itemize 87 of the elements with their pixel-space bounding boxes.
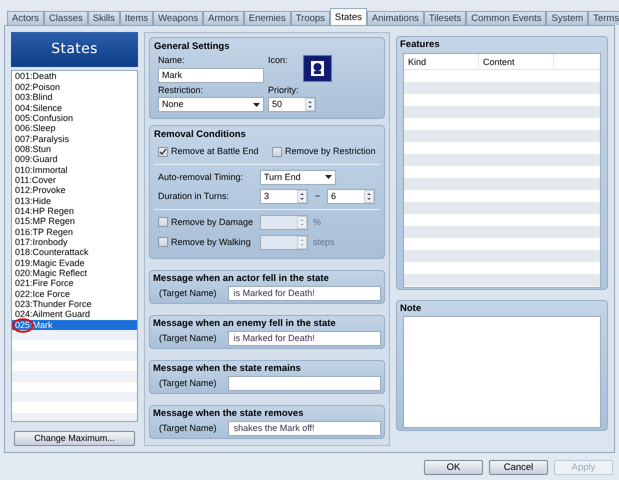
state-item[interactable]: 002:Poison xyxy=(12,82,137,92)
target-name-label: (Target Name) xyxy=(158,422,218,435)
dialog-button[interactable]: OK xyxy=(424,460,483,475)
checkbox-label: Remove by Walking xyxy=(171,236,251,249)
tilde-label: ~ xyxy=(314,190,322,202)
state-item[interactable]: 022:Ice Force xyxy=(12,288,137,300)
group-title: General Settings xyxy=(154,40,230,54)
checkbox-label: Remove at Battle End xyxy=(171,145,259,158)
tab[interactable]: System xyxy=(546,11,588,25)
state-item[interactable]: 021:Fire Force xyxy=(12,278,137,289)
tab[interactable]: Terms xyxy=(588,11,619,25)
target-name-label: (Target Name) xyxy=(158,377,218,390)
list-title: States xyxy=(11,32,138,68)
state-item[interactable]: 013:Hide xyxy=(12,196,137,206)
state-item[interactable]: 014:HP Regen xyxy=(12,206,137,216)
note-field[interactable] xyxy=(403,316,601,428)
state-item[interactable]: 001:Death xyxy=(12,71,137,82)
priority-field[interactable]: 50 xyxy=(268,97,316,112)
name-field[interactable]: Mark xyxy=(158,68,264,83)
timing-dropdown[interactable]: Turn End xyxy=(260,170,336,185)
caret-icon xyxy=(253,102,260,107)
tab[interactable]: Animations xyxy=(366,11,424,25)
tab[interactable]: Enemies xyxy=(244,11,291,25)
unit-label: % xyxy=(313,216,322,228)
dialog-button[interactable]: Cancel xyxy=(489,460,548,475)
spin-buttons-icon[interactable] xyxy=(364,190,374,203)
tab[interactable]: States xyxy=(330,8,367,25)
state-item[interactable]: 006:Sleep xyxy=(12,123,137,134)
message-field[interactable]: shakes the Mark off! xyxy=(228,421,381,436)
checkbox[interactable] xyxy=(158,147,168,157)
state-item[interactable]: 004:Silence xyxy=(12,102,137,113)
state-item[interactable]: 017:Ironbody xyxy=(12,236,137,248)
checkbox[interactable] xyxy=(272,147,282,157)
state-item[interactable]: 011:Cover xyxy=(12,174,137,186)
group-title: Note xyxy=(400,302,422,316)
group-title: Message when an enemy fell in the state xyxy=(153,317,337,331)
group-title: Message when the state remains xyxy=(153,362,302,376)
state-item[interactable]: 018:Counterattack xyxy=(12,247,137,258)
column-header[interactable]: Kind xyxy=(404,54,479,70)
state-item[interactable]: 003:Blind xyxy=(12,92,137,103)
tab[interactable]: Skills xyxy=(88,11,120,25)
state-item[interactable]: 012:Provoke xyxy=(12,185,137,196)
state-item[interactable]: 019:Magic Evade xyxy=(12,258,137,268)
target-name-label: (Target Name) xyxy=(158,287,218,300)
name-label: Name: xyxy=(158,54,186,68)
checkbox-label: Remove by Damage xyxy=(171,216,254,229)
duration-label: Duration in Turns: xyxy=(158,190,230,202)
tab[interactable]: Armors xyxy=(203,11,244,25)
message-field[interactable]: is Marked for Death! xyxy=(228,331,381,346)
checkbox-label: Remove by Restriction xyxy=(285,145,376,158)
state-item[interactable]: 024:Ailment Guard xyxy=(12,309,137,320)
group-title: Message when an actor fell in the state xyxy=(153,272,330,286)
timing-label: Auto-removal Timing: xyxy=(158,170,244,184)
caret-icon xyxy=(325,175,332,180)
state-item[interactable]: 007:Paralysis xyxy=(12,134,137,144)
tab[interactable]: Items xyxy=(120,11,154,25)
tab[interactable]: Tilesets xyxy=(424,11,466,25)
spin-buttons-icon[interactable] xyxy=(305,98,315,112)
change-maximum-button[interactable]: Change Maximum... xyxy=(14,430,135,446)
duration-max-field[interactable]: 6 xyxy=(327,188,375,204)
state-item[interactable]: 016:TP Regen xyxy=(12,226,137,237)
restriction-label: Restriction: xyxy=(158,84,204,97)
state-item[interactable]: 005:Confusion xyxy=(12,112,137,124)
group-title: Removal Conditions xyxy=(154,128,247,142)
tab[interactable]: Classes xyxy=(44,11,88,25)
state-item[interactable]: 023:Thunder Force xyxy=(12,299,137,310)
priority-label: Priority: xyxy=(268,84,300,97)
state-item[interactable]: 008:Stun xyxy=(12,144,137,154)
state-item[interactable]: 010:Immortal xyxy=(12,164,137,175)
tab[interactable]: Troops xyxy=(290,11,330,25)
target-name-label: (Target Name) xyxy=(158,332,218,345)
icon-label: Icon: xyxy=(268,54,288,68)
group-title: Message when the state removes xyxy=(153,407,304,421)
state-item[interactable]: 020:Magic Reflect xyxy=(12,268,137,278)
spin-buttons-icon[interactable] xyxy=(297,190,307,203)
message-field[interactable]: is Marked for Death! xyxy=(228,286,381,302)
column-header[interactable]: Content xyxy=(479,54,554,70)
tab[interactable]: Weapons xyxy=(153,11,204,25)
message-field[interactable] xyxy=(228,376,381,392)
unit-label: steps xyxy=(313,236,335,249)
tab[interactable]: Actors xyxy=(7,11,44,25)
group-title: Features xyxy=(400,38,441,52)
state-item[interactable]: 009:Guard xyxy=(12,154,137,165)
state-item[interactable]: 015:MP Regen xyxy=(12,216,137,227)
duration-min-field[interactable]: 3 xyxy=(260,188,308,204)
restriction-dropdown[interactable]: None xyxy=(158,97,264,112)
tab[interactable]: Common Events xyxy=(466,11,546,25)
